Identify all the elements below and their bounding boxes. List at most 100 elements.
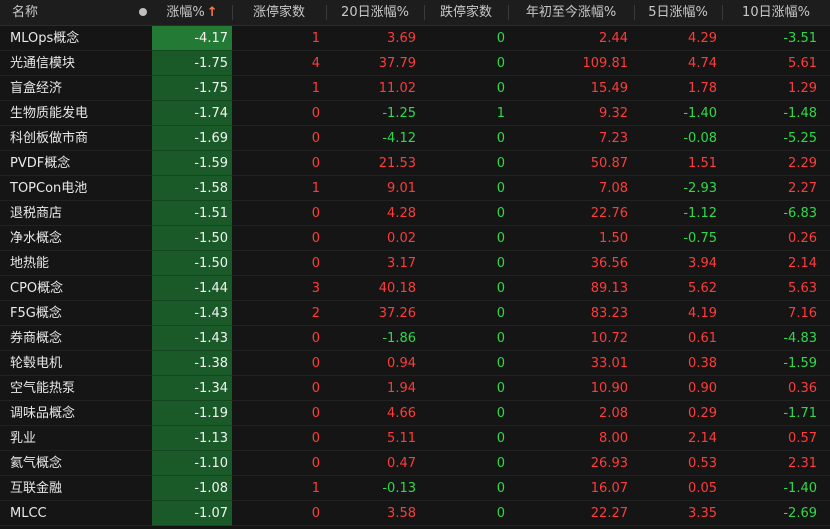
change-pct: -1.58 bbox=[152, 176, 232, 201]
change-pct: -1.13 bbox=[152, 426, 232, 451]
sector-name: 光通信模块 bbox=[10, 56, 76, 71]
limit-up-count: 0 bbox=[311, 431, 320, 446]
change-pct: -1.43 bbox=[152, 301, 232, 326]
change-pct: -1.10 bbox=[152, 451, 232, 476]
sector-name: TOPCon电池 bbox=[10, 181, 88, 196]
change-pct: -4.17 bbox=[152, 26, 232, 51]
header-10d-change[interactable]: 10日涨幅% bbox=[722, 0, 830, 25]
table-row[interactable]: MLOps概念 -4.17 1 3.69 0 2.44 4.29 -3.51 bbox=[0, 26, 830, 51]
limit-up-count: 4 bbox=[311, 56, 320, 71]
change-20d: 0.47 bbox=[387, 456, 416, 471]
change-20d: 3.58 bbox=[387, 506, 416, 521]
change-5d: 2.14 bbox=[688, 431, 717, 446]
change-10d: -3.51 bbox=[783, 31, 817, 46]
table-row[interactable]: 生物质能发电 -1.74 0 -1.25 1 9.32 -1.40 -1.48 bbox=[0, 101, 830, 126]
table-row[interactable]: 调味品概念 -1.19 0 4.66 0 2.08 0.29 -1.71 bbox=[0, 401, 830, 426]
header-name[interactable]: 名称 bbox=[0, 0, 134, 25]
change-5d: -1.40 bbox=[683, 106, 717, 121]
sector-name: 盲盒经济 bbox=[10, 81, 63, 96]
change-ytd: 2.44 bbox=[599, 31, 628, 46]
change-10d: 0.26 bbox=[788, 231, 817, 246]
limit-down-count: 0 bbox=[496, 431, 505, 446]
change-10d: 2.27 bbox=[788, 181, 817, 196]
limit-down-count: 0 bbox=[496, 231, 505, 246]
sector-name: 空气能热泵 bbox=[10, 381, 76, 396]
table-row[interactable]: 科创板做市商 -1.69 0 -4.12 0 7.23 -0.08 -5.25 bbox=[0, 126, 830, 151]
change-10d: -1.59 bbox=[783, 356, 817, 371]
limit-up-count: 2 bbox=[311, 306, 320, 321]
change-ytd: 22.27 bbox=[590, 506, 628, 521]
change-20d: 5.11 bbox=[387, 431, 416, 446]
limit-up-count: 0 bbox=[311, 206, 320, 221]
limit-up-count: 0 bbox=[311, 456, 320, 471]
change-10d: 7.16 bbox=[788, 306, 817, 321]
table-row[interactable]: PVDF概念 -1.59 0 21.53 0 50.87 1.51 2.29 bbox=[0, 151, 830, 176]
limit-up-count: 1 bbox=[311, 81, 320, 96]
table-row[interactable]: CPO概念 -1.44 3 40.18 0 89.13 5.62 5.63 bbox=[0, 276, 830, 301]
table-row[interactable]: 净水概念 -1.50 0 0.02 0 1.50 -0.75 0.26 bbox=[0, 226, 830, 251]
change-10d: -6.83 bbox=[783, 206, 817, 221]
sector-name: CPO概念 bbox=[10, 281, 64, 296]
header-ytd-change[interactable]: 年初至今涨幅% bbox=[508, 0, 634, 25]
change-10d: 0.36 bbox=[788, 381, 817, 396]
table-row[interactable]: 互联金融 -1.08 1 -0.13 0 16.07 0.05 -1.40 bbox=[0, 476, 830, 501]
change-5d: 1.78 bbox=[688, 81, 717, 96]
table-row[interactable]: TOPCon电池 -1.58 1 9.01 0 7.08 -2.93 2.27 bbox=[0, 176, 830, 201]
change-pct: -1.08 bbox=[152, 476, 232, 501]
change-20d: 21.53 bbox=[378, 156, 416, 171]
change-5d: 4.74 bbox=[688, 56, 717, 71]
header-limit-down[interactable]: 跌停家数 bbox=[424, 0, 508, 25]
table-row[interactable]: 轮毂电机 -1.38 0 0.94 0 33.01 0.38 -1.59 bbox=[0, 351, 830, 376]
table-row[interactable]: 退税商店 -1.51 0 4.28 0 22.76 -1.12 -6.83 bbox=[0, 201, 830, 226]
change-ytd: 16.07 bbox=[590, 481, 628, 496]
table-row[interactable]: 氦气概念 -1.10 0 0.47 0 26.93 0.53 2.31 bbox=[0, 451, 830, 476]
change-20d: -1.25 bbox=[382, 106, 416, 121]
change-20d: 1.94 bbox=[387, 381, 416, 396]
limit-down-count: 0 bbox=[496, 481, 505, 496]
change-20d: 4.66 bbox=[387, 406, 416, 421]
change-20d: 9.01 bbox=[387, 181, 416, 196]
change-5d: 0.29 bbox=[688, 406, 717, 421]
table-row[interactable]: 盲盒经济 -1.75 1 11.02 0 15.49 1.78 1.29 bbox=[0, 76, 830, 101]
table-row[interactable]: 光通信模块 -1.75 4 37.79 0 109.81 4.74 5.61 bbox=[0, 51, 830, 76]
table-row[interactable]: 地热能 -1.50 0 3.17 0 36.56 3.94 2.14 bbox=[0, 251, 830, 276]
table-row[interactable]: 券商概念 -1.43 0 -1.86 0 10.72 0.61 -4.83 bbox=[0, 326, 830, 351]
limit-up-count: 0 bbox=[311, 156, 320, 171]
change-5d: 3.94 bbox=[688, 256, 717, 271]
header-20d-change[interactable]: 20日涨幅% bbox=[326, 0, 424, 25]
change-20d: -1.86 bbox=[382, 331, 416, 346]
limit-down-count: 0 bbox=[496, 256, 505, 271]
header-limit-up[interactable]: 涨停家数 bbox=[232, 0, 326, 25]
change-pct: -1.44 bbox=[152, 276, 232, 301]
table-row[interactable]: 空气能热泵 -1.34 0 1.94 0 10.90 0.90 0.36 bbox=[0, 376, 830, 401]
sector-ranking-table: 名称 涨幅% ↑ 涨停家数 20日涨幅% 跌停家数 年初至今涨幅% 5日涨幅% 1… bbox=[0, 0, 830, 529]
limit-up-count: 0 bbox=[311, 256, 320, 271]
table-row[interactable]: 乳业 -1.13 0 5.11 0 8.00 2.14 0.57 bbox=[0, 426, 830, 451]
change-5d: -0.75 bbox=[683, 231, 717, 246]
change-10d: -4.83 bbox=[783, 331, 817, 346]
change-pct: -1.19 bbox=[152, 401, 232, 426]
change-20d: 3.69 bbox=[387, 31, 416, 46]
limit-down-count: 0 bbox=[496, 306, 505, 321]
limit-up-count: 0 bbox=[311, 381, 320, 396]
change-5d: 4.19 bbox=[688, 306, 717, 321]
change-ytd: 15.49 bbox=[590, 81, 628, 96]
change-pct: -1.07 bbox=[152, 501, 232, 526]
change-20d: 3.17 bbox=[387, 256, 416, 271]
change-pct: -1.75 bbox=[152, 51, 232, 76]
change-ytd: 2.08 bbox=[599, 406, 628, 421]
table-row[interactable]: MLCC -1.07 0 3.58 0 22.27 3.35 -2.69 bbox=[0, 501, 830, 526]
sector-name: 氦气概念 bbox=[10, 456, 63, 471]
change-5d: 0.05 bbox=[688, 481, 717, 496]
header-change[interactable]: 涨幅% ↑ bbox=[152, 0, 232, 25]
limit-up-count: 0 bbox=[311, 406, 320, 421]
change-20d: -0.13 bbox=[382, 481, 416, 496]
change-10d: 2.31 bbox=[788, 456, 817, 471]
limit-up-count: 0 bbox=[311, 231, 320, 246]
table-row[interactable]: F5G概念 -1.43 2 37.26 0 83.23 4.19 7.16 bbox=[0, 301, 830, 326]
limit-down-count: 0 bbox=[496, 156, 505, 171]
limit-up-count: 0 bbox=[311, 356, 320, 371]
header-5d-change[interactable]: 5日涨幅% bbox=[634, 0, 722, 25]
column-settings-dot[interactable] bbox=[134, 0, 152, 25]
limit-down-count: 0 bbox=[496, 81, 505, 96]
